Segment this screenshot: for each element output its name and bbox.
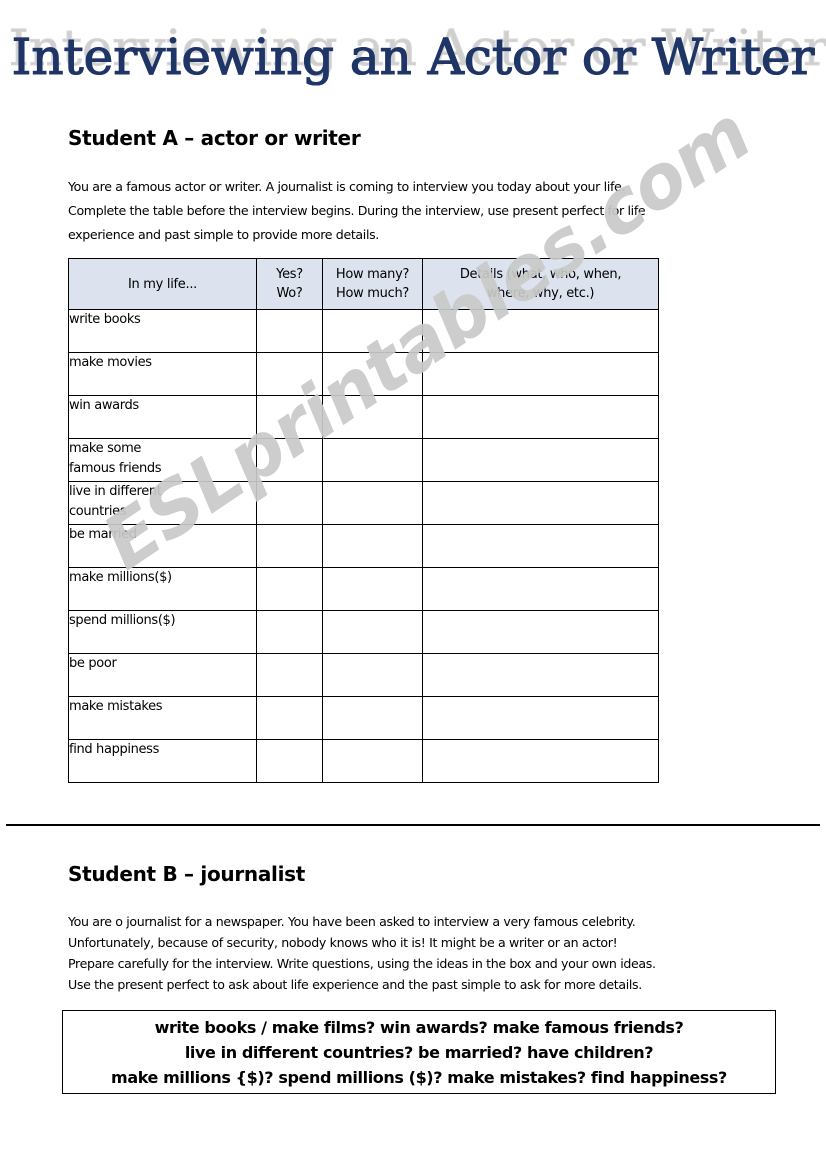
row-answer-details[interactable] — [422, 309, 659, 353]
row-item-label: make millions($) — [68, 567, 257, 611]
life-experience-table: In my life... Yes? Wo? How many? How muc… — [68, 258, 659, 783]
row-answer-how-many[interactable] — [322, 524, 423, 568]
row-item-label: be married — [68, 524, 257, 568]
row-answer-details[interactable] — [422, 395, 659, 439]
table-row: be married — [68, 524, 659, 568]
header-line: Wo? — [276, 286, 303, 301]
header-line: How many? — [335, 267, 410, 282]
ideas-line: live in different countries? be married?… — [184, 1042, 654, 1062]
worksheet-page: Interviewing an Actor or Writer Intervie… — [0, 0, 826, 1169]
row-answer-yes-no[interactable] — [256, 610, 323, 654]
header-line: Details (what, who, when, — [459, 267, 622, 282]
row-answer-how-many[interactable] — [322, 395, 423, 439]
row-answer-details[interactable] — [422, 438, 659, 482]
row-answer-how-many[interactable] — [322, 610, 423, 654]
row-answer-details[interactable] — [422, 610, 659, 654]
row-answer-details[interactable] — [422, 567, 659, 611]
header-line: where, why, etc.) — [486, 286, 595, 301]
table-row: make mistakes — [68, 696, 659, 740]
column-header-details: Details (what, who, when, where, why, et… — [422, 258, 659, 310]
ideas-line: write books / make films? win awards? ma… — [154, 1017, 684, 1037]
row-answer-yes-no[interactable] — [256, 739, 323, 783]
row-answer-how-many[interactable] — [322, 481, 423, 525]
row-answer-yes-no[interactable] — [256, 696, 323, 740]
student-a-instructions: You are a famous actor or writer. A jour… — [68, 175, 646, 247]
row-answer-yes-no[interactable] — [256, 481, 323, 525]
row-answer-yes-no[interactable] — [256, 438, 323, 482]
row-item-label: be poor — [68, 653, 257, 697]
table-row: spend millions($) — [68, 610, 659, 654]
table-row: make millions($) — [68, 567, 659, 611]
student-b-instructions: You are o journalist for a newspaper. Yo… — [68, 911, 656, 995]
row-answer-yes-no[interactable] — [256, 395, 323, 439]
table-row: make some famous friends — [68, 438, 659, 482]
row-answer-how-many[interactable] — [322, 309, 423, 353]
row-answer-how-many[interactable] — [322, 653, 423, 697]
instruction-line: You are a famous actor or writer. A jour… — [68, 179, 626, 194]
row-item-label: write books — [68, 309, 257, 353]
row-answer-how-many[interactable] — [322, 438, 423, 482]
table-body: write books make movies win awards make … — [68, 309, 659, 783]
table-row: be poor — [68, 653, 659, 697]
header-line: How much? — [336, 286, 409, 301]
page-title-text: Interviewing an Actor or Writer — [0, 26, 826, 88]
row-answer-details[interactable] — [422, 352, 659, 396]
row-answer-details[interactable] — [422, 653, 659, 697]
header-line: In my life... — [128, 276, 197, 292]
row-item-label: spend millions($) — [68, 610, 257, 654]
student-b-heading: Student B – journalist — [68, 862, 306, 886]
table-row: find happiness — [68, 739, 659, 783]
table-header-row: In my life... Yes? Wo? How many? How muc… — [68, 258, 659, 310]
row-answer-details[interactable] — [422, 524, 659, 568]
instruction-line: Use the present perfect to ask about lif… — [68, 977, 642, 992]
row-answer-yes-no[interactable] — [256, 309, 323, 353]
row-answer-details[interactable] — [422, 481, 659, 525]
instruction-line: You are o journalist for a newspaper. Yo… — [68, 914, 636, 929]
section-divider — [6, 824, 820, 826]
row-answer-yes-no[interactable] — [256, 567, 323, 611]
row-answer-yes-no[interactable] — [256, 653, 323, 697]
student-a-heading: Student A – actor or writer — [68, 126, 361, 150]
row-answer-yes-no[interactable] — [256, 352, 323, 396]
row-answer-how-many[interactable] — [322, 739, 423, 783]
row-answer-details[interactable] — [422, 739, 659, 783]
row-answer-how-many[interactable] — [322, 567, 423, 611]
row-item-label: find happiness — [68, 739, 257, 783]
table-row: write books — [68, 309, 659, 353]
row-item-label: make some famous friends — [68, 438, 257, 482]
row-answer-details[interactable] — [422, 696, 659, 740]
row-item-label: live in different countries — [68, 481, 257, 525]
page-title: Interviewing an Actor or Writer Intervie… — [0, 19, 826, 104]
column-header-yes-no: Yes? Wo? — [256, 258, 323, 310]
row-answer-how-many[interactable] — [322, 352, 423, 396]
row-item-label: make movies — [68, 352, 257, 396]
instruction-line: Complete the table before the interview … — [68, 203, 646, 218]
header-line: Yes? — [276, 267, 303, 282]
row-answer-how-many[interactable] — [322, 696, 423, 740]
table-row: win awards — [68, 395, 659, 439]
table-row: live in different countries — [68, 481, 659, 525]
ideas-box: write books / make films? win awards? ma… — [62, 1010, 776, 1094]
ideas-line: make millions {$)? spend millions ($)? m… — [111, 1067, 727, 1087]
row-item-label: win awards — [68, 395, 257, 439]
row-item-label: make mistakes — [68, 696, 257, 740]
column-header-how-many-much: How many? How much? — [322, 258, 423, 310]
column-header-in-my-life: In my life... — [68, 258, 257, 310]
instruction-line: experience and past simple to provide mo… — [68, 227, 379, 242]
life-experience-table-wrapper: In my life... Yes? Wo? How many? How muc… — [68, 258, 659, 783]
instruction-line: Prepare carefully for the interview. Wri… — [68, 956, 656, 971]
table-row: make movies — [68, 352, 659, 396]
instruction-line: Unfortunately, because of security, nobo… — [68, 935, 618, 950]
row-answer-yes-no[interactable] — [256, 524, 323, 568]
